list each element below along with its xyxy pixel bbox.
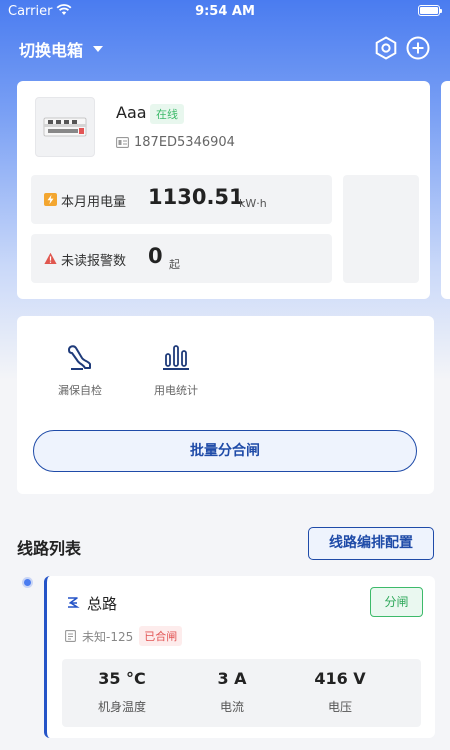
- temperature-metric: 35 °C 机身温度: [72, 669, 172, 715]
- unread-alarm-label: 未读报警数: [61, 254, 127, 269]
- power-stats-icon: [163, 345, 189, 370]
- voltage-metric: 416 V 电压: [290, 669, 390, 715]
- device-card[interactable]: Aaa 在线 187ED5346904 本月用电量 1130.51 kW·h 未…: [17, 81, 430, 299]
- circuit-icon: [68, 597, 80, 608]
- id-card-icon: [116, 137, 129, 148]
- device-id-row: 187ED5346904: [116, 135, 235, 150]
- circuit-model-row: 未知-125 已合闸: [65, 626, 183, 646]
- unread-alarm-value: 0: [148, 244, 163, 268]
- battery-icon: [418, 5, 442, 16]
- circuit-metrics: 35 °C 机身温度 3 A 电流 416 V 电压: [62, 659, 421, 727]
- monthly-energy-box: 本月用电量 1130.51 kW·h: [31, 175, 332, 224]
- online-status-badge: 在线: [150, 104, 184, 124]
- side-placeholder-box: [343, 175, 419, 283]
- unread-alarm-box[interactable]: 未读报警数 0 起: [31, 234, 332, 283]
- warning-icon: [44, 252, 57, 264]
- temperature-value: 35 °C: [98, 669, 146, 688]
- monthly-energy-label: 本月用电量: [61, 195, 127, 210]
- circuit-list-title: 线路列表: [17, 539, 82, 558]
- tools-card: 漏保自检 用电统计 批量分合闸: [17, 316, 434, 494]
- monthly-energy-unit: kW·h: [239, 197, 267, 210]
- current-label: 电流: [219, 700, 244, 714]
- device-id: 187ED5346904: [134, 135, 235, 150]
- monthly-energy-value: 1130.51: [148, 185, 244, 209]
- timeline-dot: [22, 577, 33, 588]
- power-stats-label: 用电统计: [154, 384, 198, 397]
- power-stats-tool[interactable]: 用电统计: [141, 342, 211, 398]
- batch-switch-button[interactable]: 批量分合闸: [33, 430, 417, 472]
- next-device-card-peek[interactable]: [441, 81, 450, 299]
- switch-box-dropdown[interactable]: 切换电箱: [19, 37, 104, 61]
- current-metric: 3 A 电流: [182, 669, 282, 715]
- device-image: [35, 97, 95, 157]
- current-value: 3 A: [217, 669, 247, 688]
- switch-box-label: 切换电箱: [19, 41, 84, 60]
- closed-status-badge: 已合闸: [139, 626, 183, 646]
- status-bar: Carrier 9:54 AM: [0, 0, 450, 24]
- leak-test-label: 漏保自检: [58, 384, 102, 397]
- voltage-value: 416 V: [314, 669, 366, 688]
- circuit-model: 未知-125: [82, 629, 134, 644]
- breaker-device-icon: [43, 117, 87, 137]
- document-icon: [65, 630, 76, 642]
- lightning-icon: [44, 193, 57, 206]
- settings-hex-icon[interactable]: [373, 35, 399, 61]
- voltage-label: 电压: [327, 700, 352, 714]
- circuit-name: 总路: [87, 595, 118, 613]
- circuit-card[interactable]: 总路 分闸 未知-125 已合闸 35 °C 机身温度 3 A 电流 416 V…: [44, 576, 435, 738]
- circuit-config-button[interactable]: 线路编排配置: [308, 527, 434, 560]
- device-name: Aaa: [116, 103, 147, 122]
- leak-test-icon: [68, 345, 91, 370]
- unread-alarm-unit: 起: [169, 258, 180, 271]
- leak-test-tool[interactable]: 漏保自检: [45, 342, 115, 398]
- add-circle-icon[interactable]: [405, 35, 431, 61]
- top-nav: 切换电箱: [0, 28, 450, 68]
- caret-down-icon: [93, 46, 104, 52]
- temperature-label: 机身温度: [97, 700, 146, 714]
- open-switch-button[interactable]: 分闸: [370, 587, 423, 617]
- clock: 9:54 AM: [195, 4, 255, 19]
